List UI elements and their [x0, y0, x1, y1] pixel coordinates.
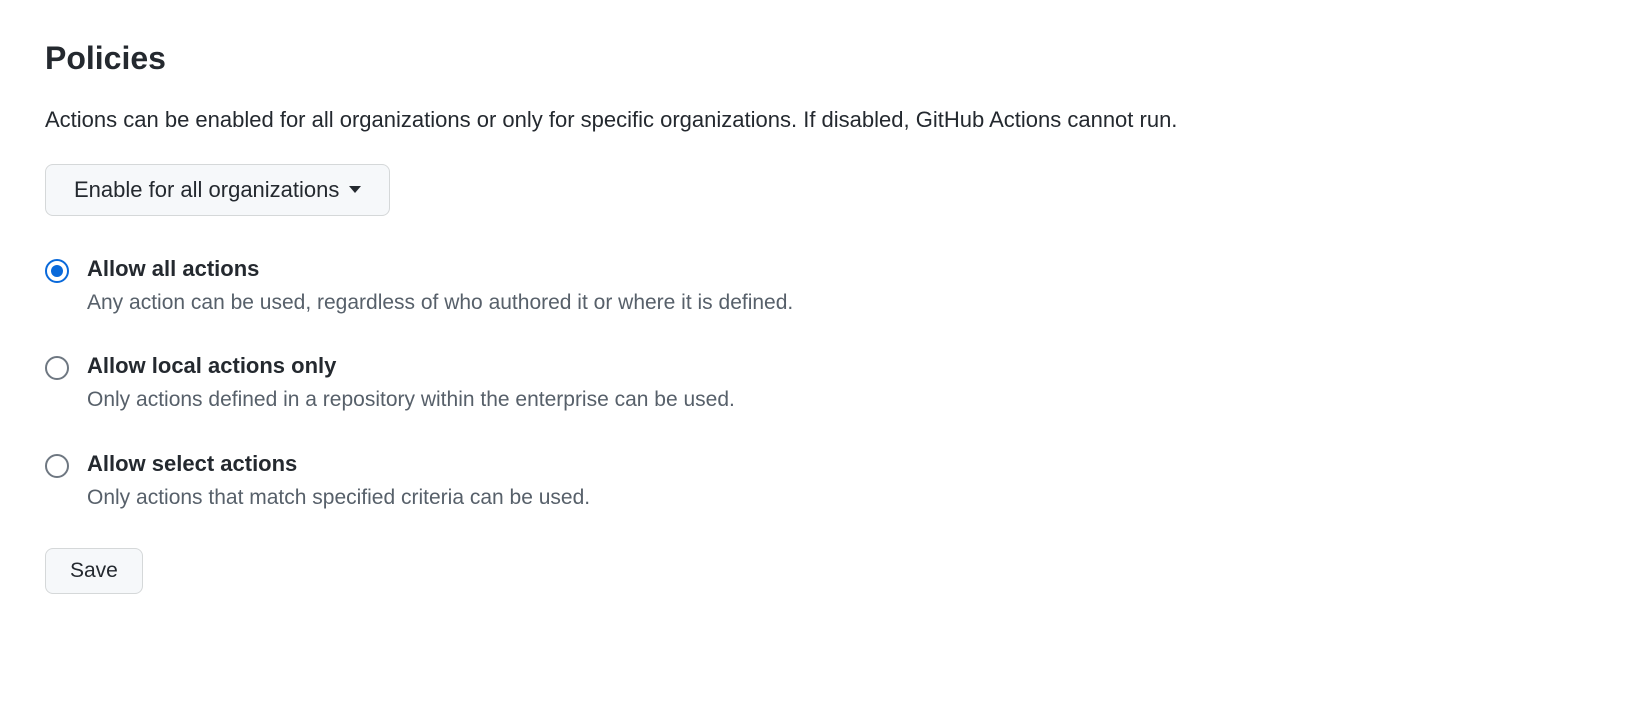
- scope-dropdown-label: Enable for all organizations: [74, 177, 339, 203]
- radio-label: Allow local actions only: [87, 353, 735, 379]
- radio-allow-select[interactable]: Allow select actions Only actions that m…: [45, 451, 1591, 512]
- radio-description: Any action can be used, regardless of wh…: [87, 288, 793, 317]
- policy-radio-group: Allow all actions Any action can be used…: [45, 256, 1591, 512]
- page-title: Policies: [45, 40, 1591, 77]
- radio-description: Only actions that match specified criter…: [87, 483, 590, 512]
- radio-content: Allow all actions Any action can be used…: [87, 256, 793, 317]
- policies-description: Actions can be enabled for all organizat…: [45, 105, 1591, 136]
- caret-down-icon: [349, 186, 361, 193]
- radio-description: Only actions defined in a repository wit…: [87, 385, 735, 414]
- radio-allow-local[interactable]: Allow local actions only Only actions de…: [45, 353, 1591, 414]
- radio-content: Allow local actions only Only actions de…: [87, 353, 735, 414]
- radio-allow-all[interactable]: Allow all actions Any action can be used…: [45, 256, 1591, 317]
- radio-label: Allow select actions: [87, 451, 590, 477]
- radio-input-allow-local[interactable]: [45, 356, 69, 380]
- radio-input-allow-select[interactable]: [45, 454, 69, 478]
- radio-input-allow-all[interactable]: [45, 259, 69, 283]
- save-button[interactable]: Save: [45, 548, 143, 594]
- radio-content: Allow select actions Only actions that m…: [87, 451, 590, 512]
- scope-dropdown[interactable]: Enable for all organizations: [45, 164, 390, 216]
- radio-label: Allow all actions: [87, 256, 793, 282]
